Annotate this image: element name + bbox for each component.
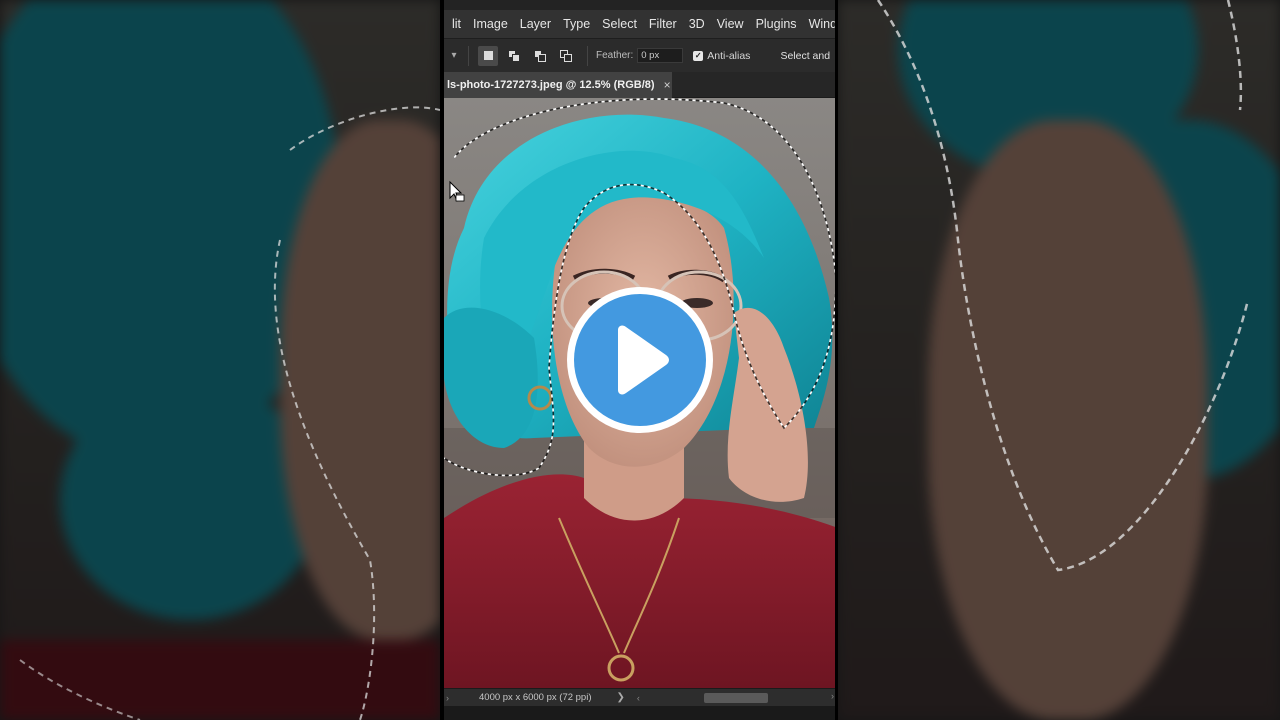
play-button-circle — [574, 294, 706, 426]
tool-preset-dropdown-icon[interactable]: ▾ — [444, 50, 464, 61]
options-divider — [468, 45, 469, 66]
document-tab-bar: ls-photo-1727273.jpeg @ 12.5% (RGB/8) × — [444, 72, 835, 98]
menu-plugins[interactable]: Plugins — [750, 17, 803, 31]
add-selection-icon — [508, 49, 520, 62]
menu-filter[interactable]: Filter — [643, 17, 683, 31]
document-tab[interactable]: ls-photo-1727273.jpeg @ 12.5% (RGB/8) × — [444, 72, 672, 98]
options-divider — [587, 45, 588, 66]
play-button[interactable] — [567, 287, 713, 433]
menu-image[interactable]: Image — [467, 17, 514, 31]
add-to-selection-button[interactable] — [504, 46, 524, 66]
close-tab-icon[interactable]: × — [664, 78, 671, 92]
intersect-selection-icon — [560, 49, 572, 62]
menu-view[interactable]: View — [711, 17, 750, 31]
document-tab-title: ls-photo-1727273.jpeg @ 12.5% (RGB/8) — [447, 79, 655, 91]
subtract-from-selection-button[interactable] — [530, 46, 550, 66]
video-frame: lit Image Layer Type Select Filter 3D Vi… — [0, 0, 1280, 720]
menu-type[interactable]: Type — [557, 17, 596, 31]
feather-label: Feather: — [596, 50, 634, 61]
anti-alias-label: Anti-alias — [707, 49, 751, 62]
marquee-right-decoration — [876, 0, 1250, 572]
status-bar: › 4000 px x 6000 px (72 ppi) ❯ ‹ › — [444, 688, 835, 706]
horizontal-scrollbar-thumb[interactable] — [704, 693, 768, 703]
subtract-selection-icon — [534, 49, 546, 62]
menu-select[interactable]: Select — [596, 17, 643, 31]
status-left-arrow-icon[interactable]: › — [446, 693, 449, 703]
status-menu-arrow-icon[interactable]: ❯ — [617, 692, 625, 703]
anti-alias-checkbox[interactable]: ✓ — [693, 50, 704, 61]
window-bottom-edge — [444, 706, 835, 720]
options-bar: ▾ Feather: ✓ Anti-alias Select and — [444, 38, 835, 72]
feather-input[interactable] — [637, 48, 684, 63]
scroll-right-icon[interactable]: › — [831, 691, 834, 701]
select-and-mask-button[interactable]: Select and — [780, 50, 830, 62]
scroll-left-icon[interactable]: ‹ — [637, 693, 640, 703]
new-selection-icon — [483, 51, 493, 60]
document-size-text: 4000 px x 6000 px (72 ppi) — [479, 692, 592, 703]
new-selection-button[interactable] — [478, 45, 498, 66]
menu-3d[interactable]: 3D — [683, 17, 711, 31]
menu-edit[interactable]: lit — [446, 17, 467, 31]
intersect-selection-button[interactable] — [556, 46, 576, 66]
marquee-left-decoration — [19, 106, 440, 720]
menu-window[interactable]: Window — [803, 17, 835, 31]
menu-bar: lit Image Layer Type Select Filter 3D Vi… — [444, 10, 835, 38]
play-icon — [618, 325, 669, 395]
menu-layer[interactable]: Layer — [514, 17, 557, 31]
